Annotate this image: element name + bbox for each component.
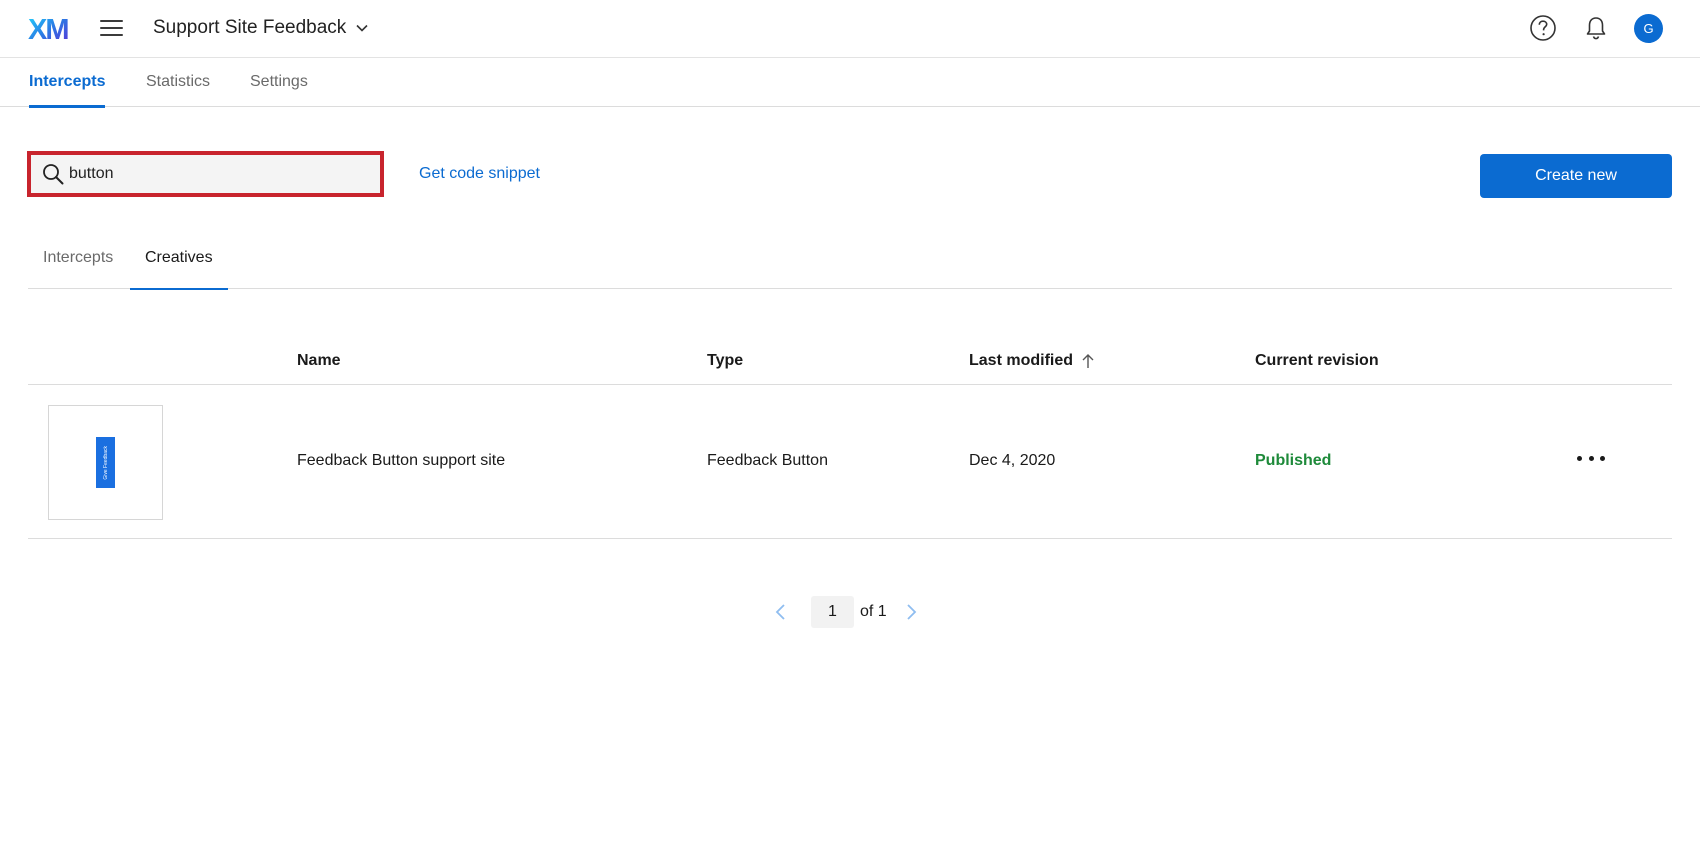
creative-last-modified: Dec 4, 2020 <box>969 452 1056 469</box>
xm-logo[interactable]: XM <box>28 14 74 42</box>
next-page-icon[interactable] <box>899 600 923 624</box>
column-type-label: Type <box>707 352 744 369</box>
page-number-input[interactable] <box>811 596 854 628</box>
table-header: Name Type Last modified Current revision <box>28 340 1672 385</box>
feedback-button-preview-text: Give Feedback <box>102 445 109 480</box>
logo-text: XM <box>28 14 68 42</box>
sub-tabs: Intercepts Creatives <box>28 232 1672 290</box>
help-icon[interactable] <box>1528 13 1558 43</box>
search-icon <box>43 164 64 185</box>
column-current-revision-label: Current revision <box>1255 352 1379 369</box>
creative-name[interactable]: Feedback Button support site <box>297 452 505 470</box>
menu-icon[interactable] <box>98 15 126 41</box>
top-bar: XM Support Site Feedback G <box>0 0 1700 58</box>
column-type[interactable]: Type <box>707 352 743 370</box>
creative-thumbnail[interactable]: Give Feedback <box>48 405 163 520</box>
page-count: of 1 <box>860 603 887 620</box>
feedback-button-preview: Give Feedback <box>96 437 115 488</box>
column-last-modified[interactable]: Last modified <box>969 352 1095 370</box>
search-input[interactable] <box>69 165 369 183</box>
subtab-intercepts[interactable]: Intercepts <box>43 249 113 289</box>
creative-type: Feedback Button <box>707 452 828 469</box>
status-badge: Published <box>1255 452 1332 469</box>
project-title: Support Site Feedback <box>153 17 347 38</box>
column-last-modified-label: Last modified <box>969 352 1074 369</box>
project-selector[interactable]: Support Site Feedback <box>153 15 370 41</box>
table-row[interactable]: Give Feedback Feedback Button support si… <box>28 386 1672 539</box>
tab-statistics[interactable]: Statistics <box>146 73 210 107</box>
avatar[interactable]: G <box>1634 14 1663 43</box>
get-code-snippet-link[interactable]: Get code snippet <box>419 165 540 183</box>
column-name-label: Name <box>297 352 341 369</box>
column-current-revision[interactable]: Current revision <box>1255 352 1379 370</box>
main-tabs: Intercepts Statistics Settings <box>0 58 1700 108</box>
bell-icon[interactable] <box>1581 13 1611 43</box>
subtab-creatives[interactable]: Creatives <box>130 249 228 290</box>
search-field[interactable] <box>27 151 384 197</box>
tab-intercepts[interactable]: Intercepts <box>29 73 106 108</box>
sort-arrow-up-icon <box>1082 354 1094 368</box>
chevron-down-icon <box>356 24 368 32</box>
previous-page-icon[interactable] <box>769 600 793 624</box>
tab-settings[interactable]: Settings <box>250 73 308 107</box>
pagination: of 1 <box>769 596 923 628</box>
column-name[interactable]: Name <box>297 352 341 370</box>
create-new-button[interactable]: Create new <box>1480 154 1672 198</box>
more-options-icon[interactable] <box>1577 448 1605 468</box>
